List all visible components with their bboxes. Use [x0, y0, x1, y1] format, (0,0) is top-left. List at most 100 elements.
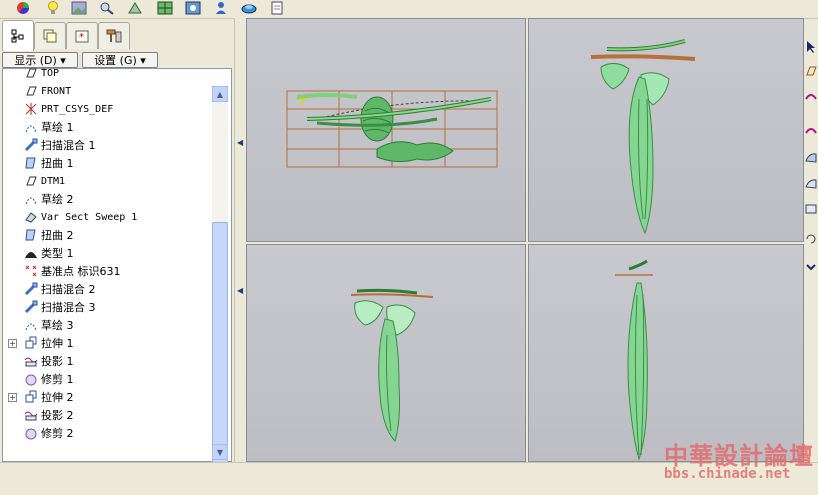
tree-item-label: 拉伸 2	[41, 391, 74, 404]
favorites-tab[interactable]: *	[66, 22, 98, 49]
scroll-up-icon[interactable]: ▲	[212, 86, 228, 102]
disc-icon[interactable]	[240, 0, 258, 16]
tree-item[interactable]: + 拉伸 1	[2, 334, 212, 352]
viewport-bottom-left[interactable]	[246, 244, 526, 462]
tree-item-label: 投影 2	[41, 409, 74, 422]
sketch-icon	[24, 192, 38, 206]
svg-text:*: *	[79, 32, 84, 43]
tree-item-label: 扭曲 2	[41, 229, 74, 242]
model-tree-items: TOP FRONT PRT_CSYS_DEF 草绘 1 扫描混合 1 扭曲 1 DTM1 草绘…	[2, 68, 212, 460]
tree-item[interactable]: 类型 1	[2, 244, 212, 262]
main-toolbar	[0, 0, 818, 19]
color-wheel-icon[interactable]	[14, 0, 32, 16]
tree-item-label: 草绘 1	[41, 121, 74, 134]
tree-item[interactable]: TOP	[2, 68, 212, 82]
datum-axis-tool-icon[interactable]	[804, 88, 818, 106]
tree-item[interactable]: 扫描混合 1	[2, 136, 212, 154]
tree-item[interactable]: 草绘 1	[2, 118, 212, 136]
tree-item-label: TOP	[41, 68, 60, 79]
datum-curve-tool-icon[interactable]	[804, 122, 818, 140]
tree-item-label: 草绘 3	[41, 319, 74, 332]
display-menu[interactable]: 显示 (D) ▾	[2, 52, 78, 68]
model-back-view	[615, 259, 653, 461]
viewport-top-left[interactable]	[246, 18, 526, 242]
tree-item-label: 扫描混合 3	[41, 301, 96, 314]
tree-item[interactable]: 草绘 3	[2, 316, 212, 334]
expand-icon[interactable]: +	[8, 338, 17, 348]
type-icon	[24, 246, 38, 260]
tree-scrollbar[interactable]: ▲ ▼	[212, 86, 228, 468]
offset-tool-icon[interactable]	[804, 200, 818, 218]
warp-icon	[24, 156, 38, 170]
surface-icon[interactable]	[156, 0, 174, 16]
model-front-view	[590, 39, 696, 235]
expand-icon[interactable]: +	[8, 392, 17, 402]
person-icon[interactable]	[212, 0, 230, 16]
tree-item-label: PRT_CSYS_DEF	[41, 103, 114, 115]
tree-item-label: 草绘 2	[41, 193, 74, 206]
image-edit-icon[interactable]	[70, 0, 88, 16]
datum-plane-icon	[24, 84, 38, 98]
tree-item[interactable]: FRONT	[2, 82, 212, 100]
tree-item[interactable]: Var Sect Sweep 1	[2, 208, 212, 226]
viewport-bottom-right[interactable]	[528, 244, 804, 462]
blend-tool-icon[interactable]	[804, 174, 818, 192]
layers-icon	[43, 29, 57, 43]
tree-item[interactable]: DTM1	[2, 172, 212, 190]
collapse-left-icon[interactable]: ◀	[237, 138, 243, 147]
tree-item-label: 基准点 标识631	[41, 265, 121, 278]
tree-item[interactable]: 修剪 2	[2, 424, 212, 442]
viewport-top-right[interactable]	[528, 18, 804, 242]
tree-item-label: Var Sect Sweep 1	[41, 211, 138, 223]
tree-item-label: 类型 1	[41, 247, 74, 260]
datum-point-icon	[24, 264, 38, 278]
settings-menu[interactable]: 设置 (G) ▾	[82, 52, 158, 68]
model-side-view	[286, 90, 498, 168]
trim-icon	[24, 372, 38, 386]
model-tree-tab[interactable]	[2, 20, 34, 51]
tree-item[interactable]: 投影 1	[2, 352, 212, 370]
sweep-blend-icon	[24, 282, 38, 296]
magnifier-icon[interactable]	[98, 0, 116, 16]
extrude-icon	[24, 390, 38, 404]
tree-item-label: 扫描混合 1	[41, 139, 96, 152]
tree-item-label: DTM1	[41, 175, 66, 187]
select-arrow-icon[interactable]	[804, 38, 818, 56]
tree-item[interactable]: + 拉伸 2	[2, 388, 212, 406]
favorites-icon: *	[75, 30, 89, 43]
datum-plane-tool-icon[interactable]	[804, 62, 818, 80]
layer-tab[interactable]	[34, 22, 66, 49]
chevron-down-icon[interactable]	[804, 258, 818, 276]
tree-item[interactable]: 草绘 2	[2, 190, 212, 208]
mesh-icon[interactable]	[126, 0, 144, 16]
photo-icon[interactable]	[184, 0, 202, 16]
navigator-panel: * 显示 (D) ▾ 设置 (G) ▾ TOP FRONT PRT_CSYS_DEF…	[0, 18, 234, 468]
bulb-icon[interactable]	[44, 0, 62, 16]
collapse-left-icon-2[interactable]: ◀	[237, 286, 243, 295]
tree-icon	[11, 29, 24, 43]
sketch-icon	[24, 318, 38, 332]
tree-item[interactable]: PRT_CSYS_DEF	[2, 100, 212, 118]
surface-tool-icon[interactable]	[804, 148, 818, 166]
tools-icon	[106, 29, 122, 43]
tree-item[interactable]: 扫描混合 2	[2, 280, 212, 298]
csys-icon	[24, 102, 38, 116]
tree-item[interactable]: 基准点 标识631	[2, 262, 212, 280]
scroll-thumb[interactable]	[212, 222, 228, 468]
tools-tab[interactable]	[98, 22, 130, 49]
tree-item[interactable]: 扭曲 1	[2, 154, 212, 172]
trim-icon	[24, 426, 38, 440]
tree-item-label: 修剪 1	[41, 373, 74, 386]
tree-item[interactable]: 投影 2	[2, 406, 212, 424]
extrude-icon	[24, 336, 38, 350]
tree-item-label: 拉伸 1	[41, 337, 74, 350]
scroll-down-icon[interactable]: ▼	[212, 444, 228, 460]
tree-item[interactable]: 修剪 1	[2, 370, 212, 388]
tree-item[interactable]: 扭曲 2	[2, 226, 212, 244]
model-iso-view	[350, 288, 434, 442]
var-sweep-icon	[24, 210, 38, 224]
watermark-url: bbs.chinade.net	[664, 466, 791, 482]
tree-item[interactable]: 扫描混合 3	[2, 298, 212, 316]
rotate-tool-icon[interactable]	[804, 230, 818, 248]
document-icon[interactable]	[268, 0, 286, 16]
